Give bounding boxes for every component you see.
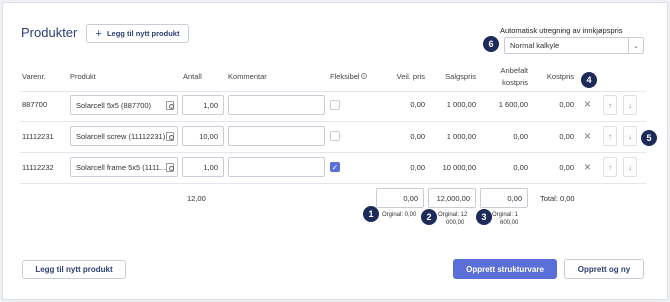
total-veil-pris-value: 0,00 bbox=[403, 193, 418, 203]
row3-kommentar-input[interactable] bbox=[228, 157, 325, 177]
header-kostpris: Kostpris bbox=[546, 72, 574, 81]
original-kostpris-2: 600,00 bbox=[500, 220, 519, 226]
row2-antall-input[interactable]: 10,00 bbox=[182, 126, 224, 146]
callout-badge-6: 6 bbox=[483, 36, 499, 52]
total-veil-pris-input[interactable]: 0,00 bbox=[376, 188, 424, 208]
row3-product-value: Solarcell frame 5x5 (1111... bbox=[76, 162, 167, 172]
row3-kostpris: 0,00 bbox=[559, 163, 574, 172]
total-salgspris-value: 12,000,00 bbox=[436, 193, 470, 203]
move-down-button[interactable]: ↓ bbox=[623, 157, 637, 177]
move-down-button[interactable]: ↓ bbox=[623, 126, 637, 146]
divider bbox=[20, 121, 646, 122]
check-icon: ✓ bbox=[331, 163, 339, 172]
move-up-button[interactable]: ↑ bbox=[603, 126, 617, 146]
callout-badge-3: 3 bbox=[476, 209, 492, 225]
divider bbox=[20, 152, 646, 153]
auto-calc-label: Automatisk utregning av innkjøpspris bbox=[500, 26, 623, 35]
total-antall: 12,00 bbox=[187, 194, 206, 203]
row2-antall-value: 10,00 bbox=[199, 131, 218, 141]
callout-badge-1: 1 bbox=[363, 206, 379, 222]
callout-badge-5: 5 bbox=[641, 130, 657, 146]
row3-product-field[interactable]: Solarcell frame 5x5 (1111... bbox=[70, 157, 178, 177]
row1-product-field[interactable]: Solarcell 5x5 (887700) bbox=[70, 95, 178, 115]
original-salgspris-1: Orginal: 12 bbox=[438, 212, 468, 218]
chevron-down-icon: ⌄ bbox=[628, 38, 643, 53]
row3-fleksibel-checkbox[interactable]: ✓ bbox=[330, 162, 340, 172]
lookup-icon[interactable] bbox=[166, 163, 174, 172]
move-down-button[interactable]: ↓ bbox=[623, 95, 637, 115]
original-salgspris-2: 000,00 bbox=[446, 220, 465, 226]
create-and-new-button[interactable]: Opprett og ny bbox=[564, 259, 644, 279]
auto-calc-select[interactable]: Normal kalkyle ⌄ bbox=[504, 37, 644, 54]
row1-antall-input[interactable]: 1,00 bbox=[182, 95, 224, 115]
row1-anbefalt: 1 600,00 bbox=[498, 100, 528, 109]
header-antall: Antall bbox=[183, 72, 202, 81]
row2-varenr: 11112231 bbox=[22, 132, 54, 141]
row1-antall-value: 1,00 bbox=[203, 100, 218, 110]
row1-varenr: 887700 bbox=[22, 100, 48, 109]
row2-fleksibel-checkbox[interactable] bbox=[330, 131, 340, 141]
header-anbefalt-1: Anbefalt bbox=[500, 66, 528, 75]
header-veil-pris: Veil. pris bbox=[396, 72, 425, 81]
row3-varenr: 11112232 bbox=[22, 163, 54, 172]
header-produkt: Produkt bbox=[70, 72, 96, 81]
move-up-button[interactable]: ↑ bbox=[603, 95, 617, 115]
remove-row-icon[interactable]: × bbox=[584, 98, 591, 110]
callout-badge-2: 2 bbox=[421, 209, 437, 225]
total-salgspris-input[interactable]: 12,000,00 bbox=[428, 188, 476, 208]
header-salgspris: Salgspris bbox=[445, 72, 476, 81]
lookup-icon[interactable] bbox=[166, 132, 174, 141]
header-varenr: Varenr. bbox=[22, 72, 46, 81]
original-veil-pris: Orginal: 0,00 bbox=[382, 212, 417, 218]
page-title: Produkter bbox=[21, 25, 78, 40]
row1-salgspris: 1 000,00 bbox=[446, 100, 476, 109]
remove-row-icon[interactable]: × bbox=[584, 161, 591, 173]
add-product-top-label: Legg til nytt produkt bbox=[106, 29, 180, 38]
plus-icon: + bbox=[95, 27, 102, 40]
row1-veil-pris: 0,00 bbox=[410, 100, 425, 109]
row1-fleksibel-checkbox[interactable] bbox=[330, 100, 340, 110]
add-product-top-button[interactable]: + Legg til nytt produkt bbox=[86, 24, 189, 43]
divider bbox=[20, 183, 646, 184]
row2-salgspris: 1 000,00 bbox=[446, 132, 476, 141]
row1-kostpris: 0,00 bbox=[559, 100, 574, 109]
row2-product-field[interactable]: Solarcell screw (11112231) bbox=[70, 126, 178, 146]
row2-kostpris: 0,00 bbox=[559, 132, 574, 141]
row2-anbefalt: 0,00 bbox=[513, 132, 528, 141]
original-kostpris-1: Orginal: 1 bbox=[492, 212, 519, 218]
callout-badge-4: 4 bbox=[581, 72, 597, 88]
remove-row-icon[interactable]: × bbox=[584, 130, 591, 142]
total-kostpris-value: 0,00 bbox=[507, 193, 522, 203]
auto-calc-selected: Normal kalkyle bbox=[510, 41, 560, 50]
total-label: Total: 0,00 bbox=[540, 194, 575, 203]
row3-veil-pris: 0,00 bbox=[410, 163, 425, 172]
header-kommentar: Kommentar bbox=[228, 72, 267, 81]
lookup-icon[interactable] bbox=[166, 101, 174, 110]
row2-kommentar-input[interactable] bbox=[228, 126, 325, 146]
move-up-button[interactable]: ↑ bbox=[603, 157, 617, 177]
row3-antall-value: 1,00 bbox=[203, 162, 218, 172]
row3-antall-input[interactable]: 1,00 bbox=[182, 157, 224, 177]
info-icon[interactable]: ? bbox=[360, 73, 367, 79]
row2-veil-pris: 0,00 bbox=[410, 132, 425, 141]
divider bbox=[20, 91, 646, 92]
create-structure-button[interactable]: Opprett strukturvare bbox=[453, 259, 557, 279]
add-product-bottom-button[interactable]: Legg til nytt produkt bbox=[22, 260, 126, 279]
row3-anbefalt: 0,00 bbox=[513, 163, 528, 172]
row2-product-value: Solarcell screw (11112231) bbox=[76, 131, 166, 141]
header-fleksibel: Fleksibel? bbox=[330, 72, 367, 81]
header-fleksibel-label: Fleksibel bbox=[330, 72, 360, 81]
row1-product-value: Solarcell 5x5 (887700) bbox=[76, 100, 152, 110]
row3-salgspris: 10 000,00 bbox=[442, 163, 476, 172]
row1-kommentar-input[interactable] bbox=[228, 95, 325, 115]
header-anbefalt-2: kostpris bbox=[502, 78, 528, 87]
total-kostpris-input[interactable]: 0,00 bbox=[480, 188, 528, 208]
